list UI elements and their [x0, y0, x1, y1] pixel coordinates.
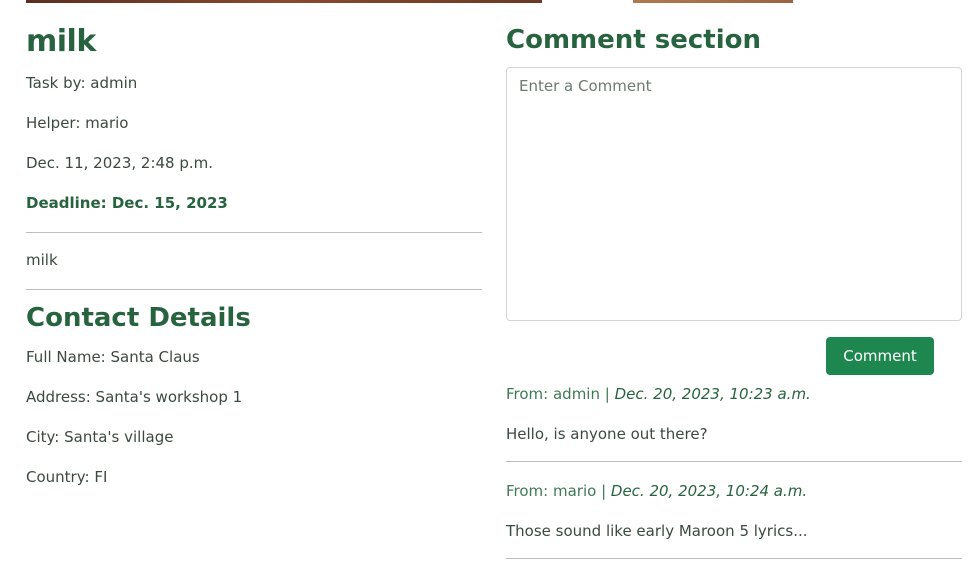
comment-text: Those sound like early Maroon 5 lyrics..… [506, 522, 808, 540]
divider [506, 558, 962, 559]
divider [506, 461, 962, 462]
comment-author: From: admin | [506, 385, 610, 403]
comment-item: From: mario | Dec. 20, 2023, 10:24 a.m. … [506, 482, 962, 559]
task-deadline: Deadline: Dec. 15, 2023 [26, 194, 228, 212]
comment-section-heading: Comment section [506, 25, 761, 55]
comment-input[interactable] [506, 67, 962, 321]
comment-text: Hello, is anyone out there? [506, 425, 708, 443]
contact-city: City: Santa's village [26, 428, 174, 446]
contact-details-heading: Contact Details [26, 303, 251, 333]
comment-date: Dec. 20, 2023, 10:24 a.m. [610, 482, 808, 500]
task-title: milk [26, 24, 96, 59]
header-image-right [633, 0, 793, 3]
contact-country: Country: FI [26, 468, 108, 486]
divider [26, 232, 482, 233]
comment-meta: From: admin | Dec. 20, 2023, 10:23 a.m. [506, 385, 962, 403]
comment-author: From: mario | [506, 482, 607, 500]
comment-submit-button[interactable]: Comment [826, 337, 934, 375]
task-helper: Helper: mario [26, 114, 129, 132]
divider [26, 289, 482, 290]
comment-meta: From: mario | Dec. 20, 2023, 10:24 a.m. [506, 482, 962, 500]
task-by: Task by: admin [26, 74, 138, 92]
header-image-left [26, 0, 542, 3]
contact-address: Address: Santa's workshop 1 [26, 388, 243, 406]
comment-item: From: admin | Dec. 20, 2023, 10:23 a.m. … [506, 385, 962, 462]
task-description: milk [26, 251, 58, 269]
task-created-date: Dec. 11, 2023, 2:48 p.m. [26, 154, 214, 172]
contact-full-name: Full Name: Santa Claus [26, 348, 200, 366]
comment-date: Dec. 20, 2023, 10:23 a.m. [614, 385, 811, 403]
